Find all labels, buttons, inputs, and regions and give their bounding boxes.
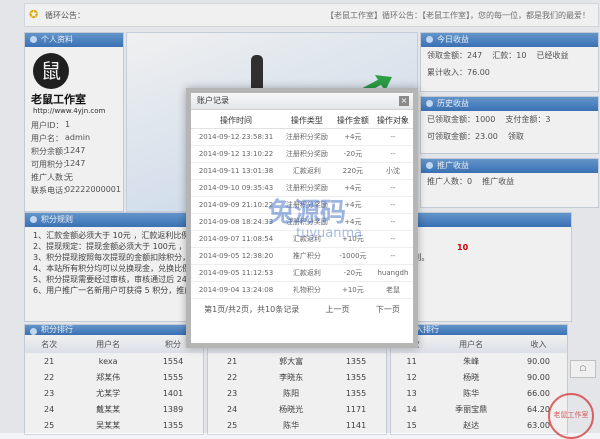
record-cell: 220元 bbox=[332, 162, 373, 180]
pager-info: 第1页/共2页，共10条记录 bbox=[204, 305, 300, 314]
record-cell: 2014-09-12 13:10:22 bbox=[191, 145, 281, 163]
record-cell: -- bbox=[372, 179, 413, 197]
record-cell: 2014-09-12 23:58:31 bbox=[191, 128, 281, 146]
record-cell: -- bbox=[372, 145, 413, 163]
record-column-header: 操作金额 bbox=[332, 112, 373, 129]
watermark-en: tuyuanma bbox=[296, 226, 363, 241]
dialog-title-text: 账户记录 bbox=[197, 96, 229, 105]
record-column-header: 操作类型 bbox=[280, 112, 333, 129]
dialog-title: 账户记录 × bbox=[191, 93, 413, 110]
record-cell: -- bbox=[372, 247, 413, 265]
record-cell: huangdh bbox=[372, 264, 413, 282]
record-cell: -- bbox=[372, 128, 413, 146]
record-row: 2014-09-12 13:10:22 注册积分奖励 -20元 -- bbox=[191, 145, 413, 163]
watermark-cn: 兔源码 bbox=[268, 198, 347, 228]
record-cell: 注册积分奖励 bbox=[280, 128, 333, 146]
record-cell: +10元 bbox=[332, 281, 373, 299]
record-cell: 2014-09-04 13:24:08 bbox=[191, 281, 281, 299]
record-column-header: 操作对象 bbox=[372, 112, 413, 129]
record-row: 2014-09-05 12:38:20 推广积分 -1000元 -- bbox=[191, 247, 413, 265]
record-cell: 推广积分 bbox=[280, 247, 333, 265]
record-cell: 小沈 bbox=[372, 162, 413, 180]
record-cell: 2014-09-11 13:01:38 bbox=[191, 162, 281, 180]
record-cell: 2014-09-05 12:38:20 bbox=[191, 247, 281, 265]
record-row: 2014-09-04 13:24:08 礼物积分 +10元 老鼠 bbox=[191, 281, 413, 299]
next-page-link[interactable]: 下一页 bbox=[376, 304, 400, 315]
record-cell: -20元 bbox=[332, 145, 373, 163]
record-cell: 礼物积分 bbox=[280, 281, 333, 299]
prev-page-link[interactable]: 上一页 bbox=[326, 304, 350, 315]
record-cell: -- bbox=[372, 230, 413, 248]
pager: 第1页/共2页，共10条记录 上一页 下一页 bbox=[191, 304, 413, 315]
record-cell: 老鼠 bbox=[372, 281, 413, 299]
record-row: 2014-09-05 11:12:53 汇款返利 -20元 huangdh bbox=[191, 264, 413, 282]
record-cell: -1000元 bbox=[332, 247, 373, 265]
record-cell: 注册积分奖励 bbox=[280, 145, 333, 163]
record-column-header: 操作时间 bbox=[191, 112, 281, 129]
record-cell: 2014-09-05 11:12:53 bbox=[191, 264, 281, 282]
studio-seal: 老鼠工作室 bbox=[548, 393, 594, 439]
record-cell: -- bbox=[372, 213, 413, 231]
close-icon[interactable]: × bbox=[399, 96, 409, 106]
record-row: 2014-09-11 13:01:38 汇款返利 220元 小沈 bbox=[191, 162, 413, 180]
record-cell: 汇款返利 bbox=[280, 162, 333, 180]
record-cell: -20元 bbox=[332, 264, 373, 282]
record-cell: +4元 bbox=[332, 128, 373, 146]
record-cell: -- bbox=[372, 196, 413, 214]
record-cell: 2014-09-07 11:08:54 bbox=[191, 230, 281, 248]
record-cell: 汇款返利 bbox=[280, 264, 333, 282]
record-row: 2014-09-12 23:58:31 注册积分奖励 +4元 -- bbox=[191, 128, 413, 146]
